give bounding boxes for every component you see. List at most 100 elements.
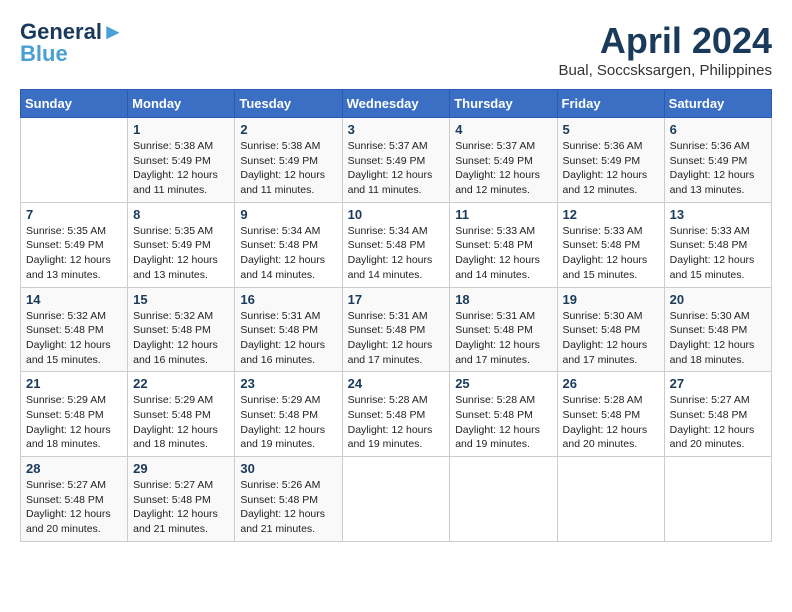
day-detail: Sunrise: 5:34 AM Sunset: 5:48 PM Dayligh… [348,224,445,283]
day-number: 14 [26,292,122,307]
weekday-header-cell: Sunday [21,90,128,118]
day-number: 13 [670,207,766,222]
calendar-day-cell: 3 Sunrise: 5:37 AM Sunset: 5:49 PM Daylig… [342,118,450,203]
month-title: April 2024 [559,20,772,62]
calendar-day-cell: 18 Sunrise: 5:31 AM Sunset: 5:48 PM Dayli… [450,287,557,372]
weekday-header-cell: Wednesday [342,90,450,118]
calendar-day-cell: 24 Sunrise: 5:28 AM Sunset: 5:48 PM Dayli… [342,372,450,457]
calendar-day-cell [342,457,450,542]
calendar-day-cell: 28 Sunrise: 5:27 AM Sunset: 5:48 PM Dayli… [21,457,128,542]
day-number: 27 [670,376,766,391]
day-detail: Sunrise: 5:26 AM Sunset: 5:48 PM Dayligh… [240,478,336,537]
calendar-day-cell: 2 Sunrise: 5:38 AM Sunset: 5:49 PM Daylig… [235,118,342,203]
calendar-week-row: 14 Sunrise: 5:32 AM Sunset: 5:48 PM Dayli… [21,287,772,372]
day-detail: Sunrise: 5:32 AM Sunset: 5:48 PM Dayligh… [133,309,229,368]
calendar-day-cell: 13 Sunrise: 5:33 AM Sunset: 5:48 PM Dayli… [664,202,771,287]
calendar-day-cell [557,457,664,542]
day-detail: Sunrise: 5:29 AM Sunset: 5:48 PM Dayligh… [26,393,122,452]
day-number: 19 [563,292,659,307]
day-detail: Sunrise: 5:30 AM Sunset: 5:48 PM Dayligh… [670,309,766,368]
calendar-day-cell: 30 Sunrise: 5:26 AM Sunset: 5:48 PM Dayli… [235,457,342,542]
calendar-day-cell: 25 Sunrise: 5:28 AM Sunset: 5:48 PM Dayli… [450,372,557,457]
day-detail: Sunrise: 5:32 AM Sunset: 5:48 PM Dayligh… [26,309,122,368]
day-number: 5 [563,122,659,137]
calendar-day-cell: 1 Sunrise: 5:38 AM Sunset: 5:49 PM Daylig… [128,118,235,203]
calendar-day-cell: 29 Sunrise: 5:27 AM Sunset: 5:48 PM Dayli… [128,457,235,542]
day-number: 23 [240,376,336,391]
day-number: 8 [133,207,229,222]
day-detail: Sunrise: 5:33 AM Sunset: 5:48 PM Dayligh… [670,224,766,283]
day-number: 2 [240,122,336,137]
weekday-header-cell: Monday [128,90,235,118]
calendar-day-cell: 21Sunrise: 5:29 AM Sunset: 5:48 PM Dayli… [21,372,128,457]
day-detail: Sunrise: 5:35 AM Sunset: 5:49 PM Dayligh… [26,224,122,283]
day-number: 15 [133,292,229,307]
calendar-day-cell: 5Sunrise: 5:36 AM Sunset: 5:49 PM Daylig… [557,118,664,203]
day-detail: Sunrise: 5:27 AM Sunset: 5:48 PM Dayligh… [670,393,766,452]
weekday-header-cell: Thursday [450,90,557,118]
day-number: 16 [240,292,336,307]
calendar-day-cell: 20 Sunrise: 5:30 AM Sunset: 5:48 PM Dayli… [664,287,771,372]
day-number: 7 [26,207,122,222]
calendar-day-cell: 17 Sunrise: 5:31 AM Sunset: 5:48 PM Dayli… [342,287,450,372]
day-number: 12 [563,207,659,222]
calendar-day-cell: 27 Sunrise: 5:27 AM Sunset: 5:48 PM Dayli… [664,372,771,457]
calendar-day-cell: 10 Sunrise: 5:34 AM Sunset: 5:48 PM Dayli… [342,202,450,287]
day-detail: Sunrise: 5:30 AM Sunset: 5:48 PM Dayligh… [563,309,659,368]
weekday-header-cell: Tuesday [235,90,342,118]
day-detail: Sunrise: 5:27 AM Sunset: 5:48 PM Dayligh… [26,478,122,537]
day-detail: Sunrise: 5:27 AM Sunset: 5:48 PM Dayligh… [133,478,229,537]
calendar-day-cell: 6Sunrise: 5:36 AM Sunset: 5:49 PM Daylig… [664,118,771,203]
day-detail: Sunrise: 5:38 AM Sunset: 5:49 PM Dayligh… [240,139,336,198]
weekday-header-row: SundayMondayTuesdayWednesdayThursdayFrid… [21,90,772,118]
calendar-day-cell: 15 Sunrise: 5:32 AM Sunset: 5:48 PM Dayli… [128,287,235,372]
day-number: 9 [240,207,336,222]
calendar-day-cell [664,457,771,542]
day-detail: Sunrise: 5:29 AM Sunset: 5:48 PM Dayligh… [240,393,336,452]
calendar-day-cell: 23 Sunrise: 5:29 AM Sunset: 5:48 PM Dayli… [235,372,342,457]
calendar-day-cell: 22Sunrise: 5:29 AM Sunset: 5:48 PM Dayli… [128,372,235,457]
logo: General► Blue [20,20,124,66]
calendar-day-cell: 16 Sunrise: 5:31 AM Sunset: 5:48 PM Dayli… [235,287,342,372]
title-area: April 2024 Bual, Soccsksargen, Philippin… [559,20,772,79]
calendar-day-cell: 11Sunrise: 5:33 AM Sunset: 5:48 PM Dayli… [450,202,557,287]
day-detail: Sunrise: 5:31 AM Sunset: 5:48 PM Dayligh… [455,309,551,368]
day-detail: Sunrise: 5:31 AM Sunset: 5:48 PM Dayligh… [348,309,445,368]
day-detail: Sunrise: 5:37 AM Sunset: 5:49 PM Dayligh… [455,139,551,198]
day-number: 29 [133,461,229,476]
day-number: 20 [670,292,766,307]
calendar-body: 1 Sunrise: 5:38 AM Sunset: 5:49 PM Daylig… [21,118,772,542]
calendar-day-cell: 14 Sunrise: 5:32 AM Sunset: 5:48 PM Dayli… [21,287,128,372]
day-number: 10 [348,207,445,222]
day-number: 1 [133,122,229,137]
day-detail: Sunrise: 5:33 AM Sunset: 5:48 PM Dayligh… [563,224,659,283]
day-number: 4 [455,122,551,137]
calendar-day-cell: 8Sunrise: 5:35 AM Sunset: 5:49 PM Daylig… [128,202,235,287]
day-detail: Sunrise: 5:31 AM Sunset: 5:48 PM Dayligh… [240,309,336,368]
calendar-day-cell: 7 Sunrise: 5:35 AM Sunset: 5:49 PM Daylig… [21,202,128,287]
day-number: 18 [455,292,551,307]
day-number: 26 [563,376,659,391]
calendar-day-cell: 19 Sunrise: 5:30 AM Sunset: 5:48 PM Dayli… [557,287,664,372]
day-detail: Sunrise: 5:36 AM Sunset: 5:49 PM Dayligh… [670,139,766,198]
logo-line2: Blue [20,42,68,66]
day-number: 3 [348,122,445,137]
day-number: 11 [455,207,551,222]
day-number: 25 [455,376,551,391]
day-number: 17 [348,292,445,307]
day-detail: Sunrise: 5:28 AM Sunset: 5:48 PM Dayligh… [348,393,445,452]
day-number: 24 [348,376,445,391]
calendar-day-cell: 26Sunrise: 5:28 AM Sunset: 5:48 PM Dayli… [557,372,664,457]
location: Bual, Soccsksargen, Philippines [559,62,772,79]
day-detail: Sunrise: 5:28 AM Sunset: 5:48 PM Dayligh… [455,393,551,452]
day-number: 30 [240,461,336,476]
weekday-header-cell: Saturday [664,90,771,118]
day-detail: Sunrise: 5:38 AM Sunset: 5:49 PM Dayligh… [133,139,229,198]
page-header: General► Blue April 2024 Bual, Soccsksar… [20,20,772,79]
weekday-header-cell: Friday [557,90,664,118]
day-detail: Sunrise: 5:37 AM Sunset: 5:49 PM Dayligh… [348,139,445,198]
calendar-week-row: 1 Sunrise: 5:38 AM Sunset: 5:49 PM Daylig… [21,118,772,203]
day-number: 28 [26,461,122,476]
calendar-table: SundayMondayTuesdayWednesdayThursdayFrid… [20,89,772,542]
calendar-week-row: 28 Sunrise: 5:27 AM Sunset: 5:48 PM Dayli… [21,457,772,542]
